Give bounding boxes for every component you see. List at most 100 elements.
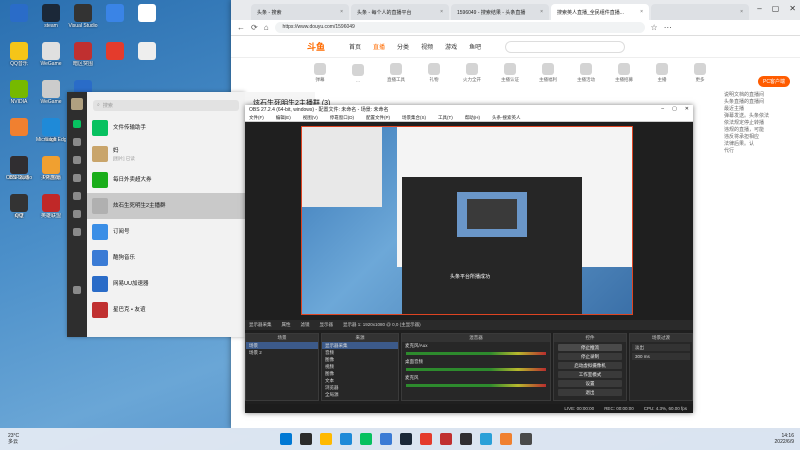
obs-menu-item[interactable]: 文件(F): [249, 115, 264, 120]
source-item[interactable]: 全局源: [322, 391, 398, 398]
back-icon[interactable]: ←: [237, 23, 245, 32]
chat-icon[interactable]: [73, 120, 81, 128]
settings-icon[interactable]: [73, 286, 81, 294]
folder-icon[interactable]: [73, 174, 81, 182]
chat-list-item[interactable]: 文件传输助手: [87, 115, 245, 141]
volume-meter[interactable]: [406, 384, 546, 387]
site-logo[interactable]: 斗鱼: [307, 40, 325, 53]
date[interactable]: 2022/6/9: [775, 439, 794, 445]
source-toolbar-item[interactable]: 显示器采集: [249, 322, 272, 328]
obs-menu-item[interactable]: 配置文件(P): [366, 115, 390, 120]
taskbar-app-icon[interactable]: [400, 433, 412, 445]
desktop-icon[interactable]: QQ: [4, 194, 34, 219]
site-search-input[interactable]: [505, 40, 626, 53]
desktop-icon[interactable]: [132, 4, 162, 23]
close-icon[interactable]: ✕: [789, 4, 796, 13]
taskbar-app-icon[interactable]: [460, 433, 472, 445]
extensions-icon[interactable]: ⋯: [664, 23, 672, 32]
obs-menu-item[interactable]: 帮助(H): [465, 115, 480, 120]
obs-menu-item[interactable]: 编辑(E): [276, 115, 291, 120]
browser-tab[interactable]: 头条 - 搜索 ×: [251, 4, 349, 20]
control-button[interactable]: 退出: [558, 389, 622, 396]
minimize-icon[interactable]: –: [661, 106, 664, 113]
desktop-icon[interactable]: QQ音乐: [4, 42, 34, 67]
desktop-icon[interactable]: [4, 118, 34, 137]
control-button[interactable]: 启动虚拟摄像机: [558, 362, 622, 369]
taskbar-app-icon[interactable]: [320, 433, 332, 445]
pc-client-button[interactable]: PC客户端: [758, 76, 790, 87]
miniprogram-icon[interactable]: [73, 210, 81, 218]
moments-icon[interactable]: [73, 192, 81, 200]
url-input[interactable]: https://www.douyu.com/1596049: [274, 22, 645, 33]
source-toolbar-item[interactable]: 属性: [282, 322, 291, 328]
browser-tab[interactable]: 搜索英人直播_全民组件直播... ×: [551, 4, 649, 20]
desktop-icon[interactable]: 暗区突围: [68, 42, 98, 67]
chat-list-item[interactable]: 订阅号: [87, 219, 245, 245]
star-icon[interactable]: ☆: [651, 23, 658, 32]
source-item[interactable]: 图像: [322, 356, 398, 363]
source-item[interactable]: 文本: [322, 377, 398, 384]
tool-item[interactable]: 主播活动: [577, 63, 595, 83]
desktop-icon[interactable]: NVIDIA: [4, 80, 34, 105]
taskbar-app-icon[interactable]: [480, 433, 492, 445]
taskbar-app-icon[interactable]: [420, 433, 432, 445]
source-toolbar-item[interactable]: 滤镜: [301, 322, 310, 328]
source-toolbar-item[interactable]: 显示器 1: 1920x1080 @ 0,0 (主显示器): [343, 322, 421, 328]
control-button[interactable]: 设置: [558, 380, 622, 387]
tab-close-icon[interactable]: ×: [440, 9, 443, 15]
site-nav-link[interactable]: 分类: [397, 42, 409, 51]
browser-tab[interactable]: ×: [651, 4, 749, 20]
chat-list-item[interactable]: 妈 [图片] 已读: [87, 141, 245, 167]
taskbar-app-icon[interactable]: [300, 433, 312, 445]
site-nav-link[interactable]: 视频: [421, 42, 433, 51]
transition-select[interactable]: 淡出: [632, 344, 690, 351]
browser-tab[interactable]: 1596049 - 搜索结果 - 头条直播 ×: [451, 4, 549, 20]
chat-list-item[interactable]: 网易UU加速器: [87, 271, 245, 297]
site-nav-link[interactable]: 鱼吧: [469, 42, 481, 51]
taskbar-app-icon[interactable]: [360, 433, 372, 445]
scene-item[interactable]: 场景: [246, 342, 318, 349]
desktop-icon[interactable]: Microsoft Edge: [36, 118, 66, 143]
refresh-icon[interactable]: ⟳: [251, 23, 258, 32]
desktop-icon[interactable]: [4, 4, 34, 23]
taskbar-app-icon[interactable]: [380, 433, 392, 445]
obs-preview[interactable]: 头条平台所播成功: [301, 126, 633, 315]
chat-list-item[interactable]: 星巴克 • 友谊: [87, 297, 245, 323]
avatar[interactable]: [71, 98, 83, 110]
chat-list-item[interactable]: 每日外卖超大券: [87, 167, 245, 193]
wechat-search-input[interactable]: ⌕ 搜索: [93, 100, 239, 111]
desktop-icon[interactable]: Visual Studio: [68, 4, 98, 29]
site-nav-link[interactable]: 首页: [349, 42, 361, 51]
obs-menu-item[interactable]: 工具(T): [438, 115, 453, 120]
desktop-icon[interactable]: steam: [36, 4, 66, 29]
source-item[interactable]: 音频: [322, 349, 398, 356]
taskbar-app-icon[interactable]: [340, 433, 352, 445]
tool-item[interactable]: 更多: [691, 63, 709, 83]
chat-list-item[interactable]: 炫石生死明生2主播群: [87, 193, 245, 219]
scene-item[interactable]: 场景 2: [246, 349, 318, 356]
tool-item[interactable]: 直播工具: [387, 63, 405, 83]
source-toolbar-item[interactable]: 显示器: [320, 322, 334, 328]
maximize-icon[interactable]: ▢: [772, 4, 780, 13]
favorites-icon[interactable]: [73, 156, 81, 164]
tab-close-icon[interactable]: ×: [640, 9, 643, 15]
tab-close-icon[interactable]: ×: [740, 9, 743, 15]
tool-item[interactable]: 主播认证: [501, 63, 519, 83]
source-item[interactable]: 图像: [322, 370, 398, 377]
tool-item[interactable]: 火力全开: [463, 63, 481, 83]
weather-widget[interactable]: 23°C 多云: [8, 433, 19, 445]
desktop-icon[interactable]: [100, 42, 130, 61]
tool-item[interactable]: 主播: [653, 63, 671, 83]
site-nav-link[interactable]: 直播: [373, 42, 385, 51]
source-item[interactable]: 浏览器: [322, 384, 398, 391]
tab-close-icon[interactable]: ×: [540, 9, 543, 15]
desktop-icon[interactable]: [100, 4, 130, 23]
desktop-icon[interactable]: WeGame: [36, 80, 66, 105]
tab-close-icon[interactable]: ×: [340, 9, 343, 15]
volume-meter[interactable]: [406, 352, 546, 355]
tool-item[interactable]: ...: [349, 63, 367, 83]
taskbar-app-icon[interactable]: [520, 433, 532, 445]
obs-menu-item[interactable]: 头条-搜索英人: [492, 115, 521, 120]
desktop-icon[interactable]: OBS Studio: [4, 156, 34, 181]
maximize-icon[interactable]: ▢: [672, 106, 677, 113]
